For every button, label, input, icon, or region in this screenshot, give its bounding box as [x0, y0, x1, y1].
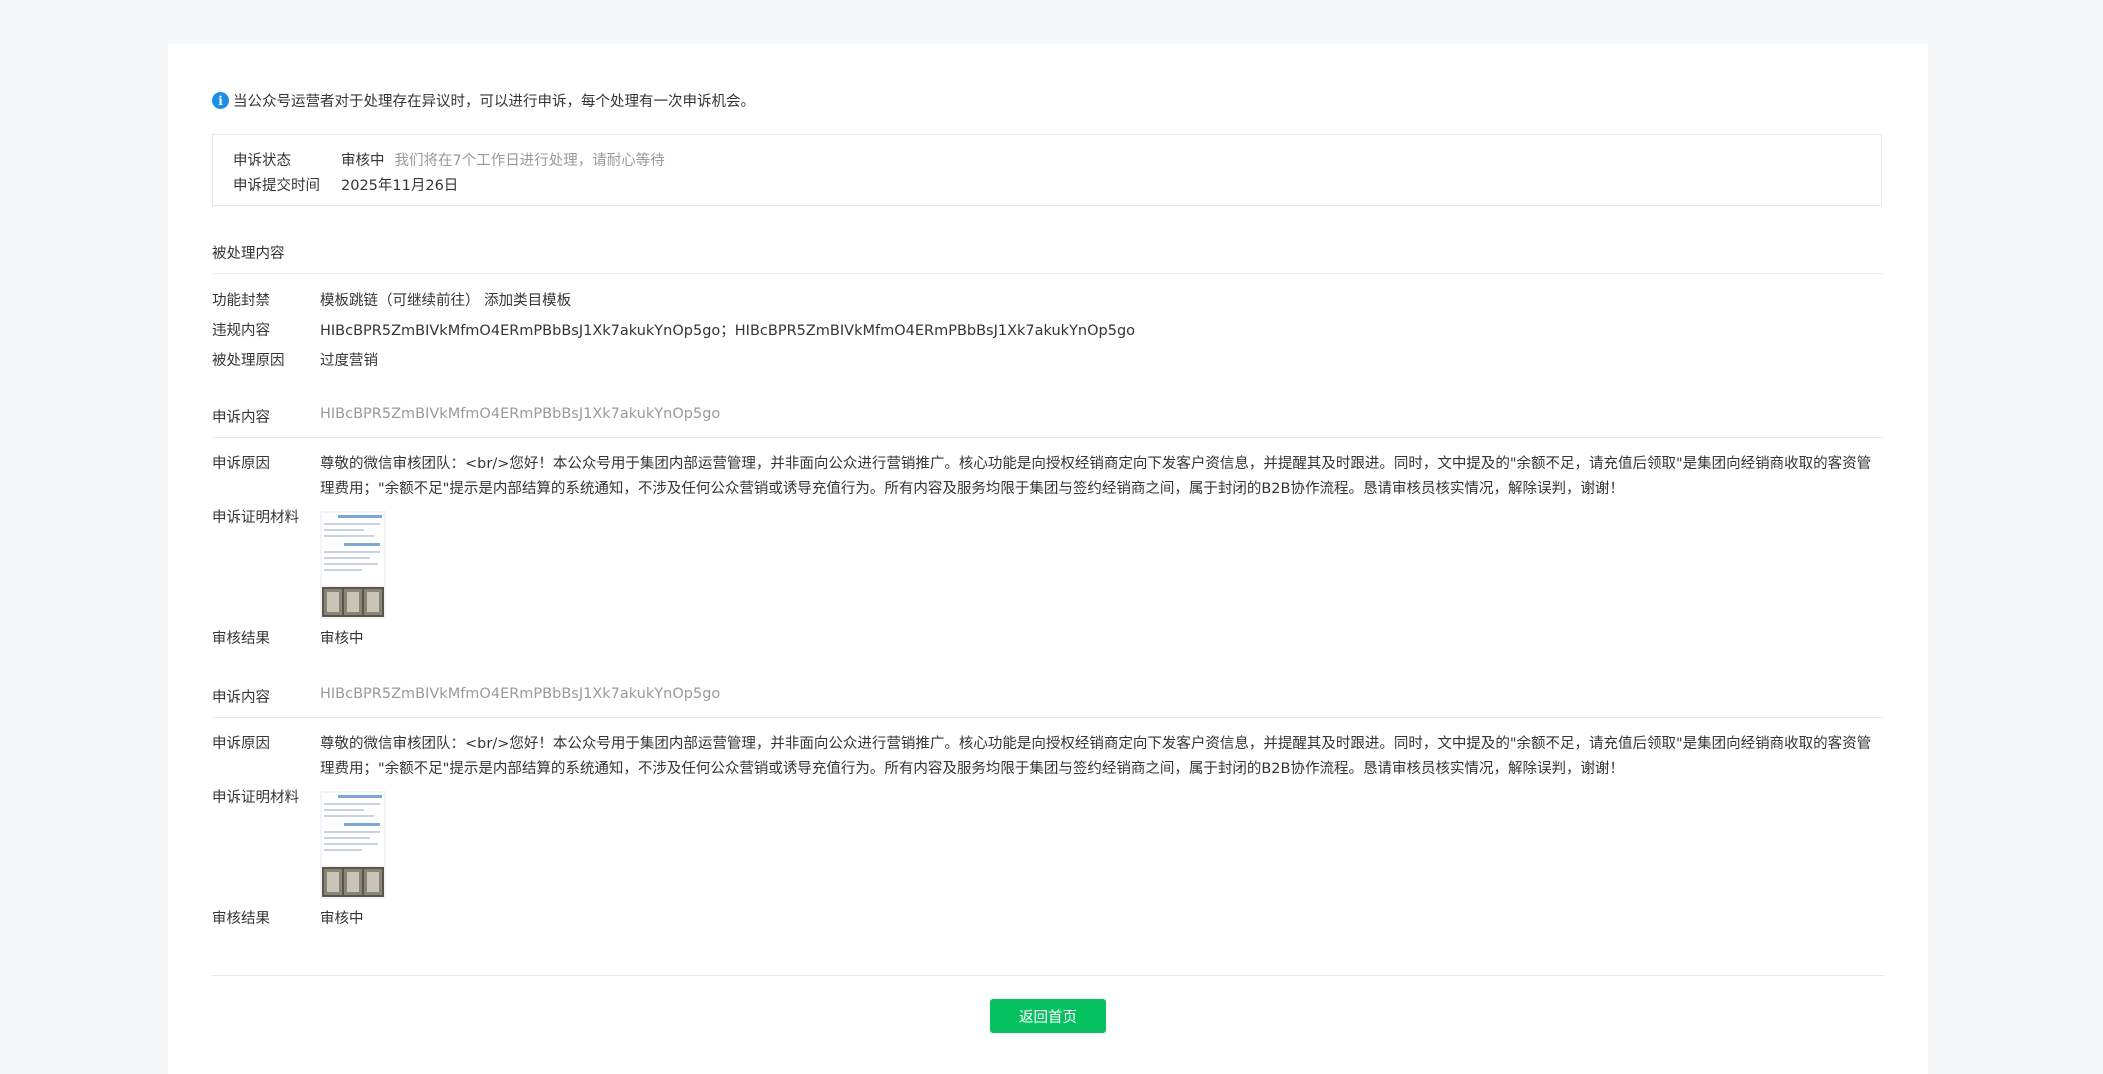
appeal-content-label: 申诉内容 — [212, 410, 270, 426]
appeal-2-proof-row: 申诉证明材料 — [212, 786, 1884, 899]
ban-value: 模板跳链（可继续前往） 添加类目模板 — [320, 293, 572, 309]
submit-time-row: 申诉提交时间 2025年11月26日 — [233, 172, 1861, 197]
page-header-fragment — [170, 0, 178, 13]
status-row: 申诉状态 审核中 我们将在7个工作日进行处理，请耐心等待 — [233, 147, 1861, 172]
processed-row-ban: 功能封禁 模板跳链（可继续前往） 添加类目模板 — [212, 289, 1884, 314]
appeal-result-label: 审核结果 — [212, 911, 270, 927]
appeal-2-content-header: 申诉内容 HIBcBPR5ZmBIVkMfmO4ERmPBbBsJ1Xk7aku… — [212, 686, 1884, 718]
processed-row-violation: 违规内容 HIBcBPR5ZmBIVkMfmO4ERmPBbBsJ1Xk7aku… — [212, 319, 1884, 344]
proof-doc-preview — [322, 513, 384, 585]
appeal-notice: i 当公众号运营者对于处理存在异议时，可以进行申诉，每个处理有一次申诉机会。 — [212, 90, 755, 111]
proof-doc-preview — [322, 793, 384, 865]
appeal-1-content-header: 申诉内容 HIBcBPR5ZmBIVkMfmO4ERmPBbBsJ1Xk7aku… — [212, 406, 1884, 438]
appeal-detail-card: i 当公众号运营者对于处理存在异议时，可以进行申诉，每个处理有一次申诉机会。 申… — [168, 44, 1928, 1074]
appeal-reason-text: 尊敬的微信审核团队：<br/>您好！本公众号用于集团内部运营管理，并非面向公众进… — [320, 456, 1872, 497]
appeal-2-reason-row: 申诉原因 尊敬的微信审核团队：<br/>您好！本公众号用于集团内部运营管理，并非… — [212, 732, 1884, 782]
proof-thumbnail[interactable] — [320, 511, 386, 619]
appeal-content-value: HIBcBPR5ZmBIVkMfmO4ERmPBbBsJ1Xk7akukYnOp… — [320, 686, 721, 702]
appeal-1-result-row: 审核结果 审核中 — [212, 627, 1884, 652]
status-value: 审核中 — [341, 153, 385, 169]
certificate-image — [342, 867, 364, 897]
violation-value: HIBcBPR5ZmBIVkMfmO4ERmPBbBsJ1Xk7akukYnOp… — [320, 323, 1136, 339]
certificate-image — [342, 587, 364, 617]
processed-reason-value: 过度营销 — [320, 353, 378, 369]
status-label: 申诉状态 — [233, 153, 291, 169]
appeal-result-value: 审核中 — [320, 911, 364, 927]
status-tip: 我们将在7个工作日进行处理，请耐心等待 — [394, 153, 665, 169]
appeal-proof-label: 申诉证明材料 — [212, 510, 299, 526]
proof-thumbnail[interactable] — [320, 791, 386, 899]
appeal-content-label: 申诉内容 — [212, 690, 270, 706]
appeal-2-result-row: 审核结果 审核中 — [212, 907, 1884, 932]
info-icon: i — [212, 92, 229, 109]
appeal-reason-label: 申诉原因 — [212, 456, 270, 472]
certificate-image — [322, 587, 344, 617]
footer-divider — [212, 975, 1884, 976]
submit-time-value: 2025年11月26日 — [341, 178, 459, 194]
ban-label: 功能封禁 — [212, 293, 270, 309]
appeal-result-label: 审核结果 — [212, 631, 270, 647]
appeal-1-reason-row: 申诉原因 尊敬的微信审核团队：<br/>您好！本公众号用于集团内部运营管理，并非… — [212, 452, 1884, 502]
processed-reason-label: 被处理原因 — [212, 353, 285, 369]
processed-row-reason: 被处理原因 过度营销 — [212, 349, 1884, 374]
notice-text: 当公众号运营者对于处理存在异议时，可以进行申诉，每个处理有一次申诉机会。 — [233, 94, 755, 110]
appeal-reason-label: 申诉原因 — [212, 736, 270, 752]
processed-section-title: 被处理内容 — [212, 242, 1884, 274]
certificate-image — [362, 587, 384, 617]
appeal-status-box: 申诉状态 审核中 我们将在7个工作日进行处理，请耐心等待 申诉提交时间 2025… — [212, 134, 1882, 206]
appeal-proof-label: 申诉证明材料 — [212, 790, 299, 806]
submit-time-label: 申诉提交时间 — [233, 178, 320, 194]
appeal-content-value: HIBcBPR5ZmBIVkMfmO4ERmPBbBsJ1Xk7akukYnOp… — [320, 406, 721, 422]
certificate-image — [362, 867, 384, 897]
appeal-1-proof-row: 申诉证明材料 — [212, 506, 1884, 619]
appeal-reason-text: 尊敬的微信审核团队：<br/>您好！本公众号用于集团内部运营管理，并非面向公众进… — [320, 736, 1872, 777]
back-home-button[interactable]: 返回首页 — [990, 999, 1106, 1033]
certificate-image — [322, 867, 344, 897]
appeal-result-value: 审核中 — [320, 631, 364, 647]
violation-label: 违规内容 — [212, 323, 270, 339]
page: i 当公众号运营者对于处理存在异议时，可以进行申诉，每个处理有一次申诉机会。 申… — [0, 0, 2103, 1074]
